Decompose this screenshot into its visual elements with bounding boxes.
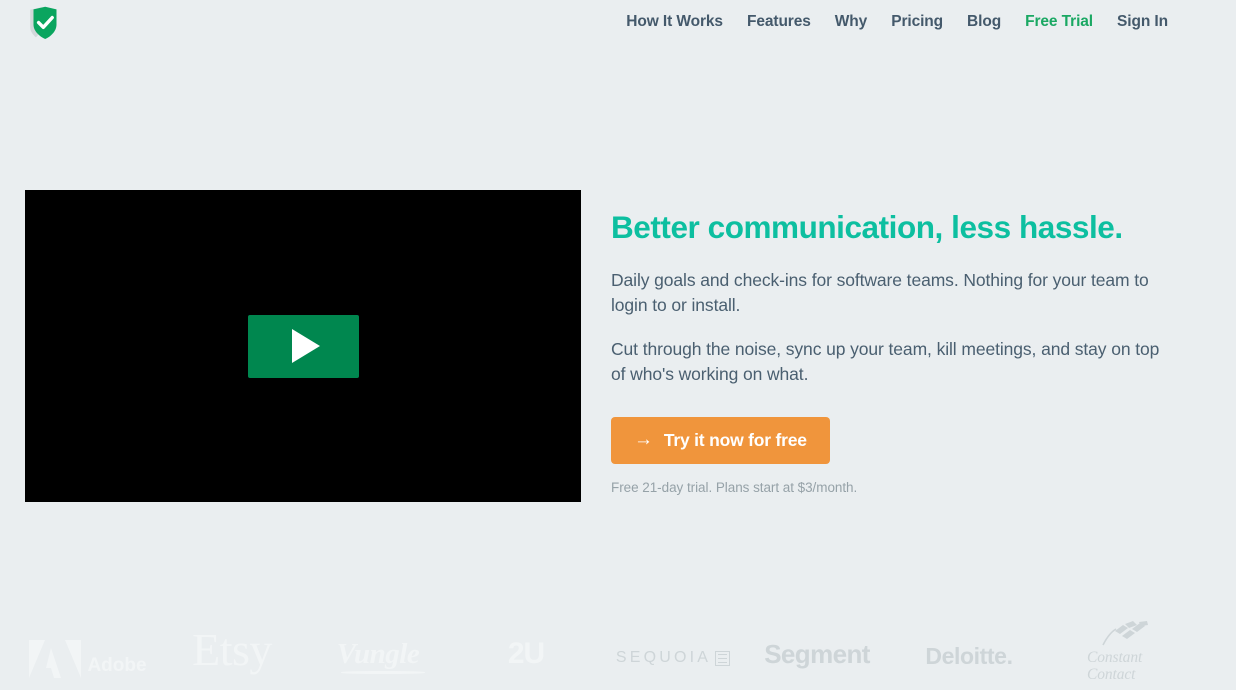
nav-item-free-trial[interactable]: Free Trial [1013,12,1105,32]
logo-adobe-label: Adobe [87,655,147,676]
logo-sequoia-label: SEQUOIA [615,649,712,666]
logo-adobe: Adobe [22,626,152,686]
nav-item-sign-in[interactable]: Sign In [1105,12,1180,32]
sequoia-mark-icon [715,650,731,666]
adobe-mark-icon [29,640,82,678]
trial-fineprint: Free 21-day trial. Plans start at $3/mon… [611,480,858,495]
video-play-button[interactable] [247,314,359,378]
nav-item-blog[interactable]: Blog [955,12,1013,32]
nav-item-pricing[interactable]: Pricing [879,12,955,32]
logo-deloitte-label: Deloitte. [925,642,1013,669]
logo-etsy-label: Etsy [192,624,272,675]
nav-item-features[interactable]: Features [735,12,823,32]
hero-paragraph-1: Daily goals and check-ins for software t… [611,270,1149,315]
logo-constant-contact: Constant Contact [1072,621,1164,683]
customer-logo-strip: Adobe Etsy Vungle 2U SEQUOIA Segment Del… [0,620,1236,690]
hero-video-player[interactable] [25,190,581,502]
logo-deloitte: Deloitte. [908,626,1030,686]
logo-2u: 2U [486,624,566,684]
logo-vungle-label: Vungle [336,637,426,674]
play-triangle-icon [292,329,320,363]
logo-etsy: Etsy [176,620,288,680]
nav-item-why[interactable]: Why [823,12,879,32]
logo-segment: Segment [762,624,872,684]
page-title: Better communication, less hassle. [611,209,1123,245]
landing-page: How It Works Features Why Pricing Blog F… [0,0,1236,690]
logo-constant-contact-line2: Contact [1087,666,1136,683]
site-header: How It Works Features Why Pricing Blog F… [0,0,1236,46]
logo-vungle: Vungle [326,624,430,684]
logo-segment-label: Segment [764,639,870,669]
site-logo[interactable] [27,6,63,40]
try-it-now-button[interactable]: → Try it now for free [611,417,830,464]
logo-2u-label: 2U [507,637,545,670]
nav-item-how-it-works[interactable]: How It Works [614,12,735,32]
try-it-now-button-label: Try it now for free [663,430,807,450]
arrow-right-icon: → [634,429,653,450]
main-navigation: How It Works Features Why Pricing Blog F… [614,12,1180,32]
logo-constant-contact-line1: Constant [1087,649,1143,666]
hero-copy: Better communication, less hassle. Daily… [611,208,1181,495]
shield-check-icon [30,6,57,40]
constant-contact-flag-icon [1102,621,1148,646]
logo-sequoia: SEQUOIA [608,628,738,688]
hero-paragraph-2: Cut through the noise, sync up your team… [611,339,1160,384]
